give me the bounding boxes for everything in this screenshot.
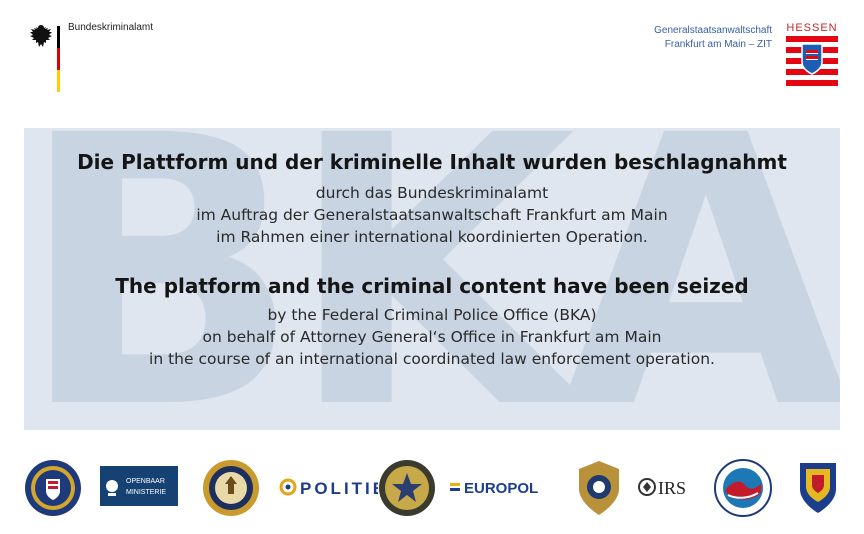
irs-logo: IRS xyxy=(638,456,704,520)
german-line-3: im Rahmen einer international koordinier… xyxy=(216,228,648,246)
om-text-bottom: MINISTERIE xyxy=(126,489,166,496)
german-flag-bar xyxy=(57,26,60,92)
irs-mark-icon: IRS xyxy=(638,478,686,498)
federal-eagle-icon xyxy=(30,25,52,47)
english-line-1: by the Federal Criminal Police Office (B… xyxy=(267,306,597,324)
openbaar-ministerie-logo: OPENBAAR MINISTERIE xyxy=(100,456,178,520)
hessen-label: HESSEN xyxy=(786,22,838,34)
seizure-notice: Die Plattform und der kriminelle Inhalt … xyxy=(24,150,840,370)
german-line-1: durch das Bundeskriminalamt xyxy=(315,184,549,202)
hessen-logo: HESSEN xyxy=(784,22,840,96)
english-line-3: in the course of an international coordi… xyxy=(149,350,715,368)
om-text-top: OPENBAAR xyxy=(126,478,165,485)
english-heading: The platform and the criminal content ha… xyxy=(115,274,749,298)
romanian-police-crest-icon xyxy=(800,463,836,513)
doj-seal-icon xyxy=(203,460,259,516)
german-line-2: im Auftrag der Generalstaatsanwaltschaft… xyxy=(196,206,668,224)
prosecutor-office-text: Generalstaatsanwaltschaft Frankfurt am M… xyxy=(654,24,772,52)
german-heading: Die Plattform und der kriminelle Inhalt … xyxy=(77,150,787,174)
politie-mark-icon: POLITIE xyxy=(279,478,384,498)
prosecutor-line-1: Generalstaatsanwaltschaft xyxy=(654,25,772,36)
english-line-2: on behalf of Attorney General‘s Office i… xyxy=(202,328,662,346)
europol-mark-icon: EUROPOL xyxy=(450,480,538,497)
english-notice: The platform and the criminal content ha… xyxy=(24,274,840,370)
federal-eagle-logo: Bundeskriminalamt xyxy=(26,22,153,96)
prosecutor-line-2: Frankfurt am Main – ZIT xyxy=(664,39,772,50)
europol-logo: EUROPOL xyxy=(448,456,568,520)
europol-text: EUROPOL xyxy=(464,480,538,497)
german-notice: Die Plattform und der kriminelle Inhalt … xyxy=(24,150,840,248)
hsi-badge-icon xyxy=(579,461,619,515)
politie-logo: POLITIE xyxy=(278,456,384,520)
partner-logos-row: OPENBAAR MINISTERIE POLITIE EUROPOL xyxy=(20,456,846,520)
openbaar-ministerie-icon: OPENBAAR MINISTERIE xyxy=(100,466,178,506)
irs-text: IRS xyxy=(658,478,686,498)
federal-office-name: Bundeskriminalamt xyxy=(68,22,154,33)
dea-seal-icon xyxy=(714,459,772,517)
postal-inspection-badge-icon xyxy=(379,460,435,516)
hessen-crest-icon xyxy=(786,36,838,88)
politie-text: POLITIE xyxy=(300,479,378,498)
fbi-seal-icon xyxy=(25,460,81,516)
